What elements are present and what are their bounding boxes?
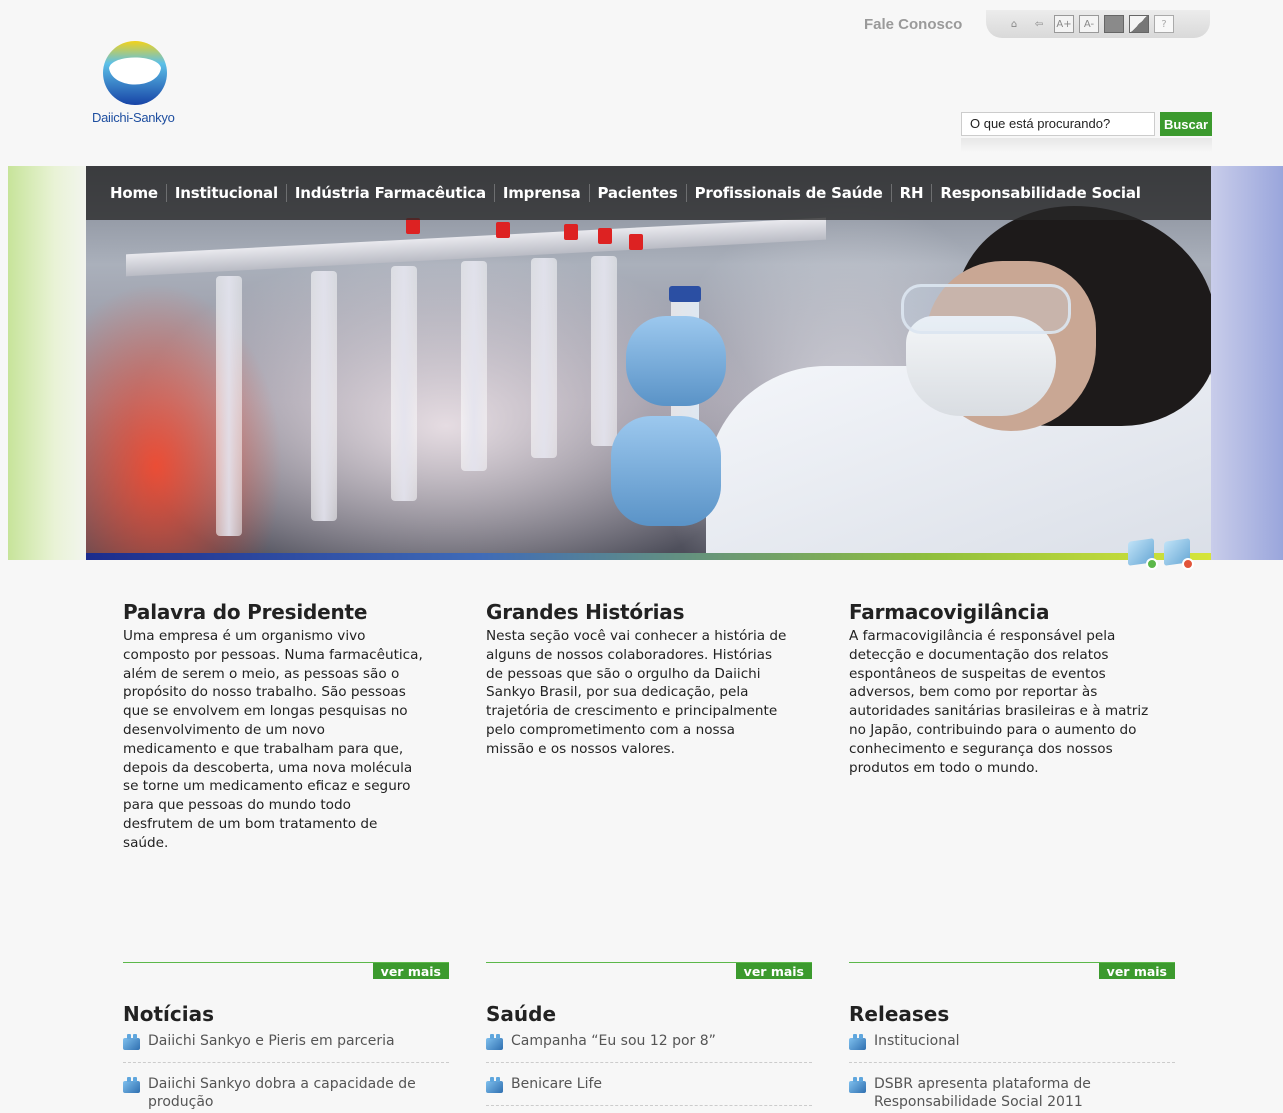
- lab-valve: [406, 218, 420, 234]
- list-releases: Releases Institucional DSBR apresenta pl…: [849, 1002, 1175, 1113]
- nav-item-pacientes[interactable]: Pacientes: [590, 184, 687, 202]
- lab-valve: [629, 234, 643, 250]
- briefcase-icon: [849, 1077, 867, 1093]
- slider-play-button[interactable]: [1128, 538, 1158, 570]
- main-nav: Home Institucional Indústria Farmacêutic…: [86, 166, 1211, 220]
- accessibility-toolbar: ⌂ ⇦ A+ A- ?: [986, 10, 1210, 38]
- high-contrast-icon[interactable]: [1104, 15, 1124, 33]
- nav-item-responsabilidade-social[interactable]: Responsabilidade Social: [932, 184, 1148, 202]
- briefcase-icon: [849, 1034, 867, 1050]
- briefcase-icon: [123, 1077, 141, 1093]
- feature-grandes-historias: Grandes Histórias Nesta seção você vai c…: [486, 600, 812, 759]
- ver-mais-button[interactable]: ver mais: [1098, 963, 1175, 979]
- lab-valve: [564, 224, 578, 240]
- briefcase-icon: [123, 1034, 141, 1050]
- search-button[interactable]: Buscar: [1160, 112, 1212, 136]
- feature-farmacovigilancia: Farmacovigilância A farmacovigilância é …: [849, 600, 1175, 777]
- lab-tube: [311, 271, 337, 521]
- lab-tube: [216, 276, 242, 536]
- briefcase-icon: [486, 1034, 504, 1050]
- list-item[interactable]: Benicare Life: [486, 1075, 812, 1106]
- list-item[interactable]: Campanha “Eu sou 12 por 8”: [486, 1032, 812, 1063]
- list-saude: Saúde Campanha “Eu sou 12 por 8” Benicar…: [486, 1002, 812, 1113]
- lab-valve: [598, 228, 612, 244]
- nav-item-rh[interactable]: RH: [892, 184, 933, 202]
- logo-text: Daiichi-Sankyo: [92, 110, 175, 125]
- font-increase-icon[interactable]: A+: [1054, 15, 1074, 33]
- list-item[interactable]: DSBR apresenta plataforma de Responsabili…: [849, 1075, 1175, 1113]
- search-input[interactable]: O que está procurando?: [961, 112, 1155, 136]
- back-arrow-icon[interactable]: ⇦: [1029, 15, 1049, 33]
- search-reflection: [961, 138, 1212, 152]
- feature-text: Uma empresa é um organismo vivo composto …: [123, 628, 423, 851]
- glove-right: [611, 416, 721, 526]
- ver-mais-button[interactable]: ver mais: [372, 963, 449, 979]
- feature-text: Nesta seção você vai conhecer a história…: [486, 628, 787, 757]
- lab-tube: [461, 261, 487, 471]
- briefcase-icon: [486, 1077, 504, 1093]
- divider: ver mais: [486, 962, 812, 980]
- banner-side-left: [8, 166, 86, 560]
- list-item[interactable]: Institucional: [849, 1032, 1175, 1063]
- contrast-toggle-icon[interactable]: [1129, 15, 1149, 33]
- lab-tube: [591, 256, 617, 446]
- logo[interactable]: Daiichi-Sankyo: [90, 40, 182, 130]
- lab-valve: [496, 222, 510, 238]
- nav-item-industria-farmaceutica[interactable]: Indústria Farmacêutica: [287, 184, 495, 202]
- feature-title: Palavra do Presidente: [123, 600, 368, 624]
- home-icon[interactable]: ⌂: [1004, 15, 1024, 33]
- nav-item-imprensa[interactable]: Imprensa: [495, 184, 590, 202]
- list-title: Saúde: [486, 1002, 557, 1026]
- contact-link[interactable]: Fale Conosco: [864, 16, 962, 33]
- safety-goggles: [901, 284, 1071, 334]
- nav-item-home[interactable]: Home: [102, 184, 167, 202]
- logo-mark-icon: [103, 41, 167, 105]
- play-dot-icon: [1146, 558, 1158, 570]
- nav-item-institucional[interactable]: Institucional: [167, 184, 287, 202]
- font-decrease-icon[interactable]: A-: [1079, 15, 1099, 33]
- hero-banner[interactable]: [86, 166, 1211, 560]
- nav-item-profissionais-de-saude[interactable]: Profissionais de Saúde: [687, 184, 892, 202]
- feature-title: Farmacovigilância: [849, 600, 1050, 624]
- slider-stop-button[interactable]: [1164, 538, 1194, 570]
- feature-palavra-do-presidente: Palavra do Presidente Uma empresa é um o…: [123, 600, 449, 853]
- banner-side-right: [1210, 166, 1283, 560]
- list-title: Releases: [849, 1002, 950, 1026]
- glove-left: [626, 316, 726, 406]
- list-title: Notícias: [123, 1002, 215, 1026]
- divider: ver mais: [123, 962, 449, 980]
- list-item[interactable]: Daiichi Sankyo e Pieris em parceria: [123, 1032, 449, 1063]
- stop-dot-icon: [1182, 558, 1194, 570]
- list-item[interactable]: Daiichi Sankyo dobra a capacidade de prod…: [123, 1075, 449, 1113]
- divider: ver mais: [849, 962, 1175, 980]
- feature-title: Grandes Histórias: [486, 600, 685, 624]
- ver-mais-button[interactable]: ver mais: [735, 963, 812, 979]
- feature-text: A farmacovigilância é responsável pela de…: [849, 628, 1149, 776]
- lab-tube: [391, 266, 417, 501]
- hero-bottom-stripe: [86, 553, 1211, 560]
- help-icon[interactable]: ?: [1154, 15, 1174, 33]
- lab-tube: [531, 258, 557, 458]
- list-noticias: Notícias Daiichi Sankyo e Pieris em parc…: [123, 1002, 449, 1113]
